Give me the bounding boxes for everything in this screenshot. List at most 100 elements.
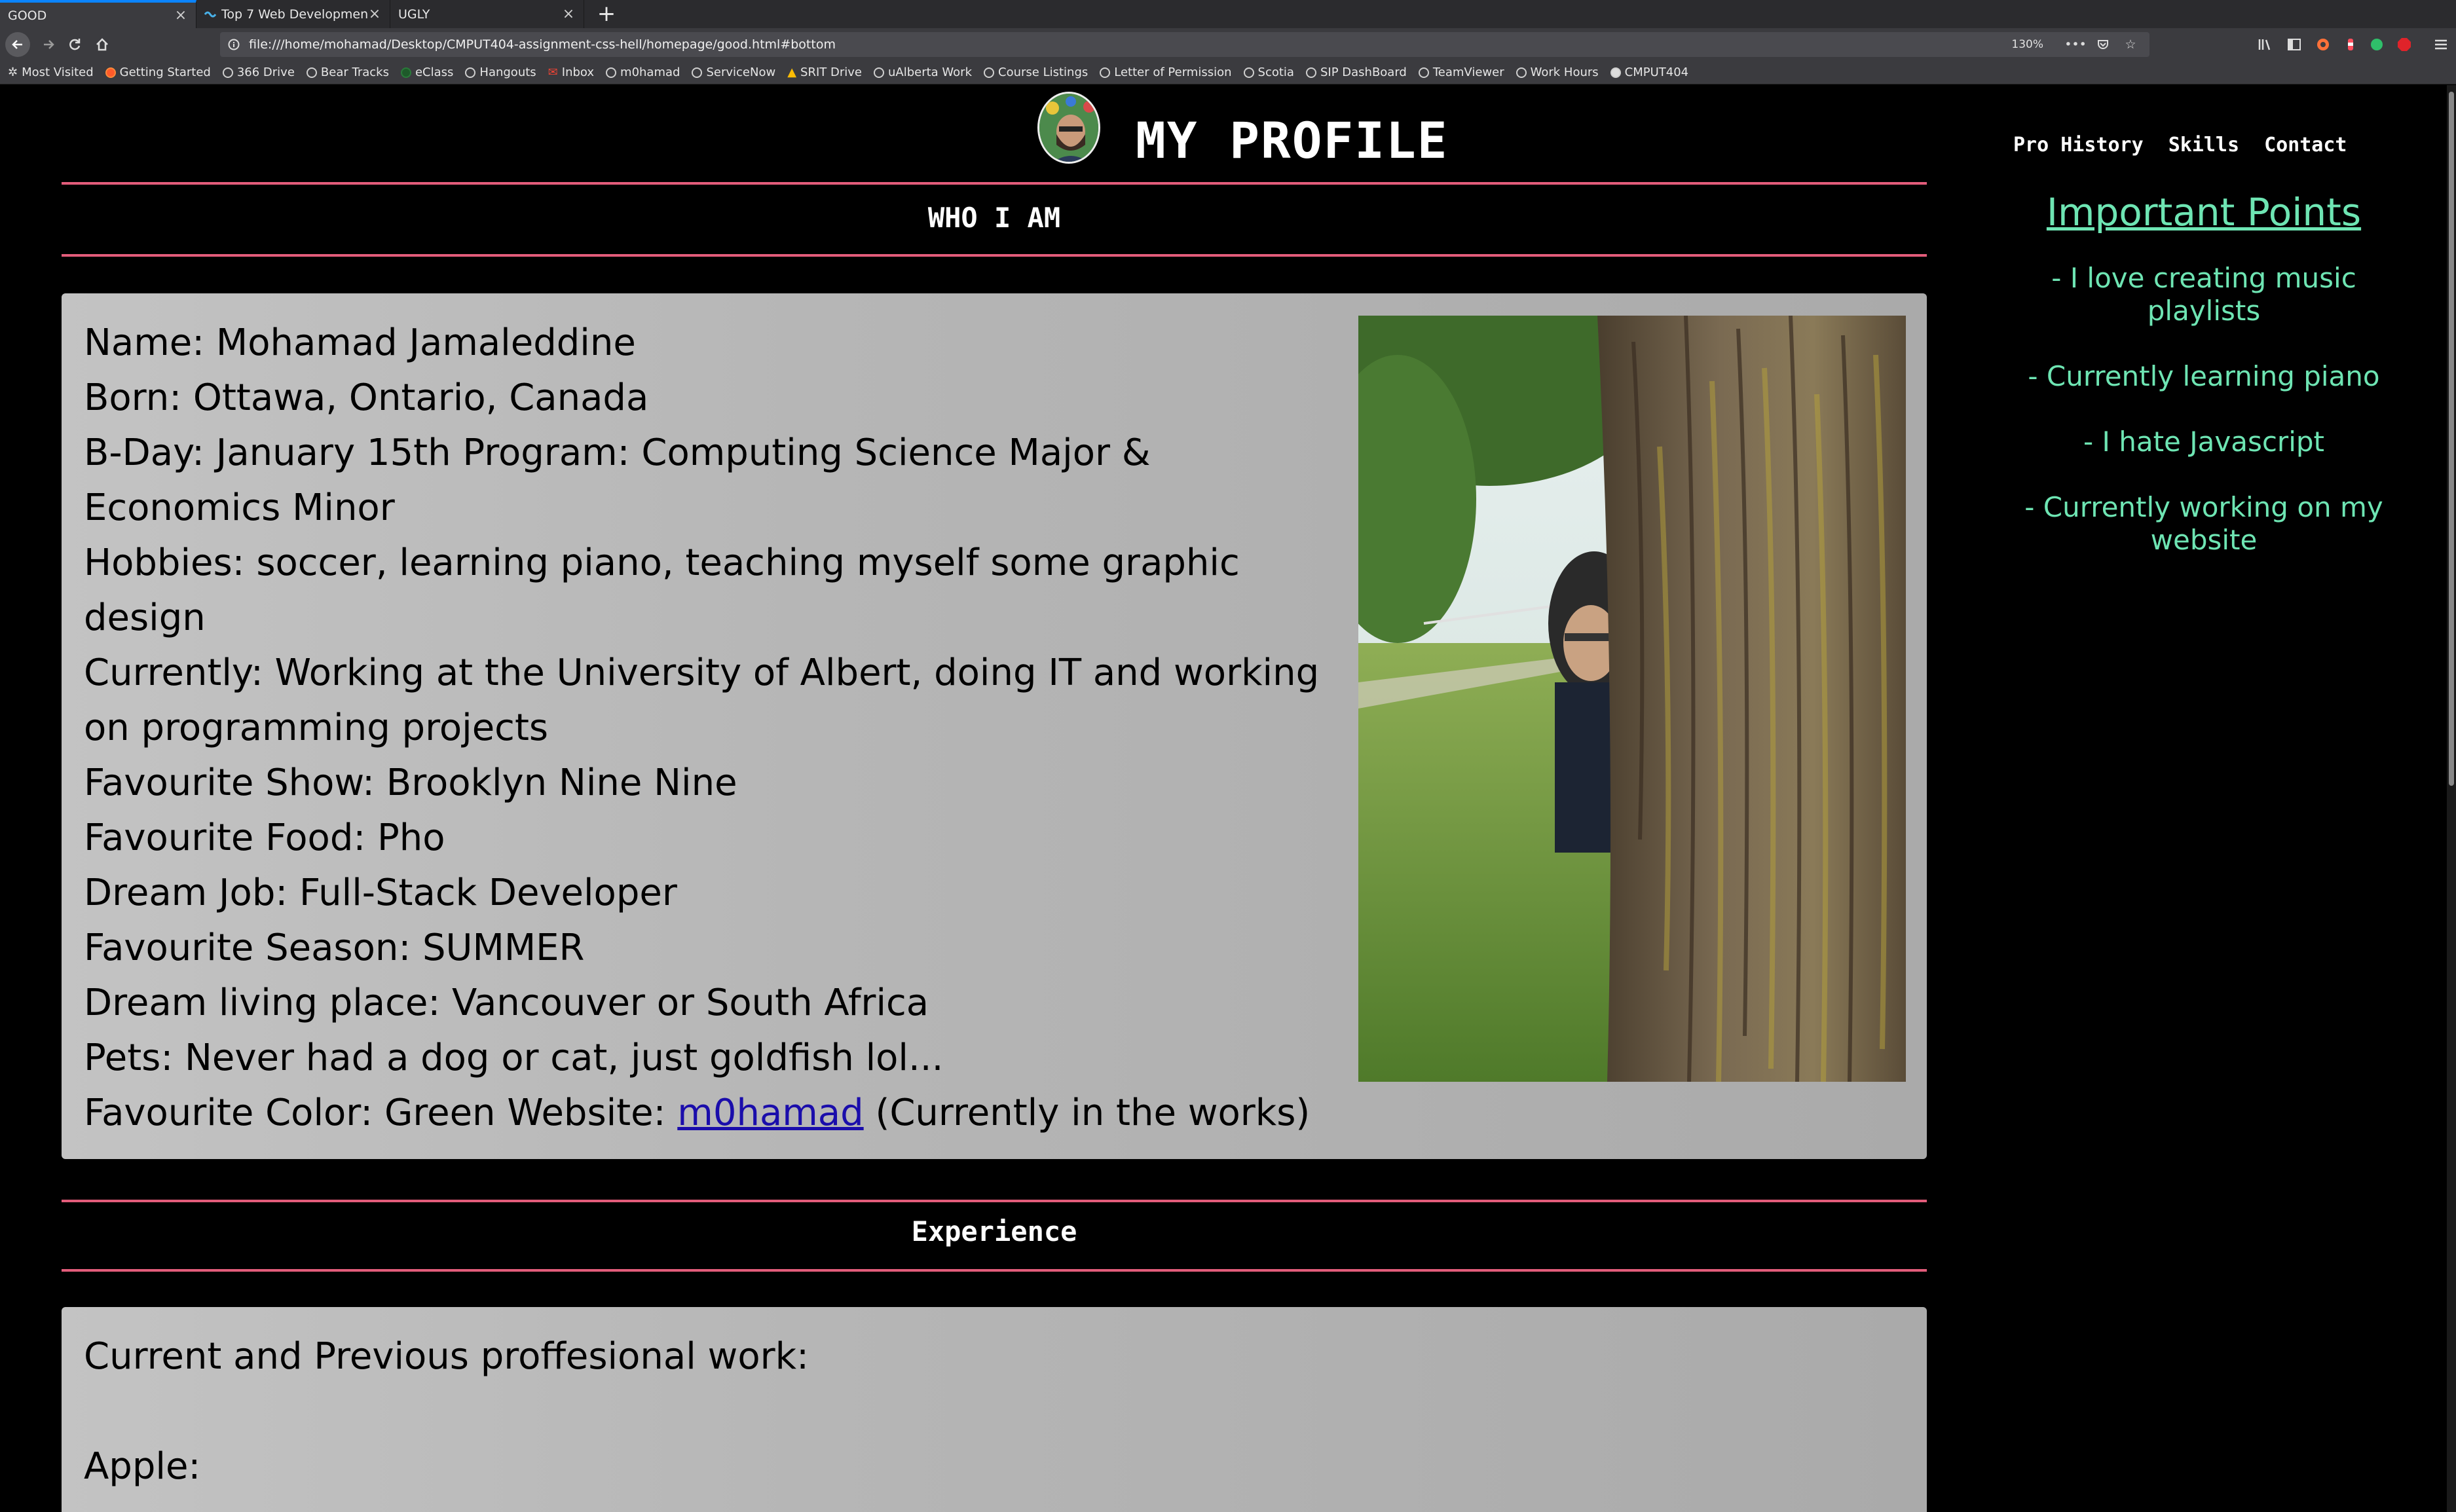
important-point: - Currently working on my website [2024,491,2383,556]
bookmark-work-hours[interactable]: Work Hours [1516,65,1599,79]
bio-hobbies: Hobbies: soccer, learning piano, teachin… [84,542,1240,639]
extension-bottle-icon[interactable] [2342,36,2359,53]
important-point: - I love creating music playlists [2051,262,2356,327]
bookmark-hangouts[interactable]: Hangouts [465,65,536,79]
tab-label: UGLY [398,7,430,22]
zoom-level[interactable]: 130% [2005,37,2050,52]
tab-web-development[interactable]: Top 7 Web Developmen × [196,0,390,28]
address-bar[interactable]: file:///home/mohamad/Desktop/CMPUT404-as… [220,32,2149,57]
website-link[interactable]: m0hamad [677,1092,863,1134]
globe-icon [222,67,233,78]
globe-icon [1516,67,1527,78]
important-point: - Currently learning piano [2028,360,2380,392]
bookmark-srit-drive[interactable]: ▲ SRIT Drive [787,65,862,79]
tab-bar: GOOD × Top 7 Web Developmen × UGLY × + [0,0,2456,28]
divider [62,1200,1927,1202]
bookmark-star-icon[interactable]: ☆ [2122,36,2139,53]
bookmark-label: Letter of Permission [1114,65,1232,79]
close-icon[interactable]: × [561,7,576,22]
globe-icon [1243,67,1254,78]
adblock-icon[interactable] [2396,36,2413,53]
nav-link-contact[interactable]: Contact [2264,134,2347,157]
bio-website-suffix: (Currently in the works) [863,1092,1311,1134]
bookmark-scotia[interactable]: Scotia [1243,65,1294,79]
extension-green-icon[interactable] [2368,36,2385,53]
extension-orange-icon[interactable] [2315,36,2332,53]
globe-icon [306,67,317,78]
bio-name: Name: Mohamad Jamaleddine [84,322,636,364]
nav-link-skills[interactable]: Skills [2168,134,2239,157]
divider [62,254,1927,257]
bookmark-label: TeamViewer [1432,65,1504,79]
url-text[interactable]: file:///home/mohamad/Desktop/CMPUT404-as… [249,37,2005,52]
important-points-heading[interactable]: Important Points [2004,190,2404,234]
new-tab-plus-icon[interactable]: + [595,3,618,26]
drive-icon: ▲ [787,65,797,79]
bookmark-ualberta-work[interactable]: uAlberta Work [873,65,972,79]
close-icon[interactable]: × [174,8,188,23]
bookmark-366-drive[interactable]: 366 Drive [222,65,295,79]
divider [62,182,1927,185]
bio-color-prefix: Favourite Color: Green Website: [84,1092,678,1134]
experience-intro: Current and Previous proffesional work: [84,1335,809,1378]
globe-icon [692,67,703,78]
globe-icon [984,67,994,78]
bookmark-cmput404[interactable]: CMPUT404 [1610,65,1688,79]
bookmark-eclass[interactable]: eClass [400,65,453,79]
sidebar-toggle-icon[interactable] [2286,36,2303,53]
bookmark-label: Hangouts [479,65,536,79]
bookmark-teamviewer[interactable]: TeamViewer [1418,65,1504,79]
bookmark-label: Scotia [1257,65,1294,79]
hamburger-menu-icon[interactable] [2432,36,2449,53]
bookmark-letter-of-permission[interactable]: Letter of Permission [1100,65,1232,79]
section-title-who-i-am: WHO I AM [927,202,1061,234]
page-viewport: MY PROFILE Pro History Skills Contact WH… [0,85,2456,1512]
library-icon[interactable] [2257,36,2274,53]
bookmark-servicenow[interactable]: ServiceNow [692,65,775,79]
bio-favourite-food: Favourite Food: Pho [84,817,445,859]
tab-label: Top 7 Web Developmen [221,7,367,22]
page-title: MY PROFILE [1136,111,1449,170]
section-title-experience: Experience [911,1215,1077,1247]
important-points-sidebar: Important Points - I love creating music… [2004,190,2404,589]
tab-good[interactable]: GOOD × [0,0,196,28]
globe-icon [873,67,884,78]
profile-photo-tree [1358,316,1906,1082]
bookmark-label: Course Listings [998,65,1088,79]
bookmark-label: 366 Drive [236,65,295,79]
nav-link-pro-history[interactable]: Pro History [2013,134,2144,157]
home-icon[interactable] [90,33,114,56]
bookmark-m0hamad[interactable]: m0hamad [606,65,680,79]
bookmark-label: Most Visited [22,65,94,79]
bookmark-most-visited[interactable]: ✲ Most Visited [8,65,94,79]
page-scrollbar[interactable] [2447,85,2456,1512]
bookmark-label: ServiceNow [706,65,776,79]
bookmark-inbox[interactable]: ✉ Inbox [548,65,594,79]
bio-currently: Currently: Working at the University of … [84,652,1320,749]
experience-text: Current and Previous proffesional work: … [84,1329,809,1494]
forward-arrow-icon[interactable] [37,33,60,56]
scrollbar-thumb[interactable] [2449,92,2454,786]
bio-card: Name: Mohamad Jamaleddine Born: Ottawa, … [62,293,1927,1159]
bookmark-course-listings[interactable]: Course Listings [984,65,1088,79]
pocket-icon[interactable] [2094,36,2112,53]
page-actions-menu-icon[interactable]: ••• [2064,36,2087,53]
gear-icon: ✲ [8,65,18,79]
eclass-icon [400,67,411,78]
reload-icon[interactable] [63,33,86,56]
site-info-icon[interactable] [227,37,241,52]
site-favicon-icon [204,9,216,20]
bio-dream-living-place: Dream living place: Vancouver or South A… [84,982,929,1024]
important-point: - I hate Javascript [2083,426,2324,458]
bookmark-label: Bear Tracks [320,65,389,79]
bookmark-sip-dashboard[interactable]: SIP DashBoard [1305,65,1407,79]
globe-icon [1305,67,1316,78]
bookmark-getting-started[interactable]: Getting Started [105,65,211,79]
tab-ugly[interactable]: UGLY × [390,0,584,28]
close-icon[interactable]: × [367,7,382,22]
bookmark-label: SIP DashBoard [1320,65,1407,79]
bio-dream-job: Dream Job: Full-Stack Developer [84,872,677,914]
back-arrow-icon[interactable] [5,32,30,57]
bio-favourite-season: Favourite Season: SUMMER [84,927,585,969]
bookmark-bear-tracks[interactable]: Bear Tracks [306,65,389,79]
